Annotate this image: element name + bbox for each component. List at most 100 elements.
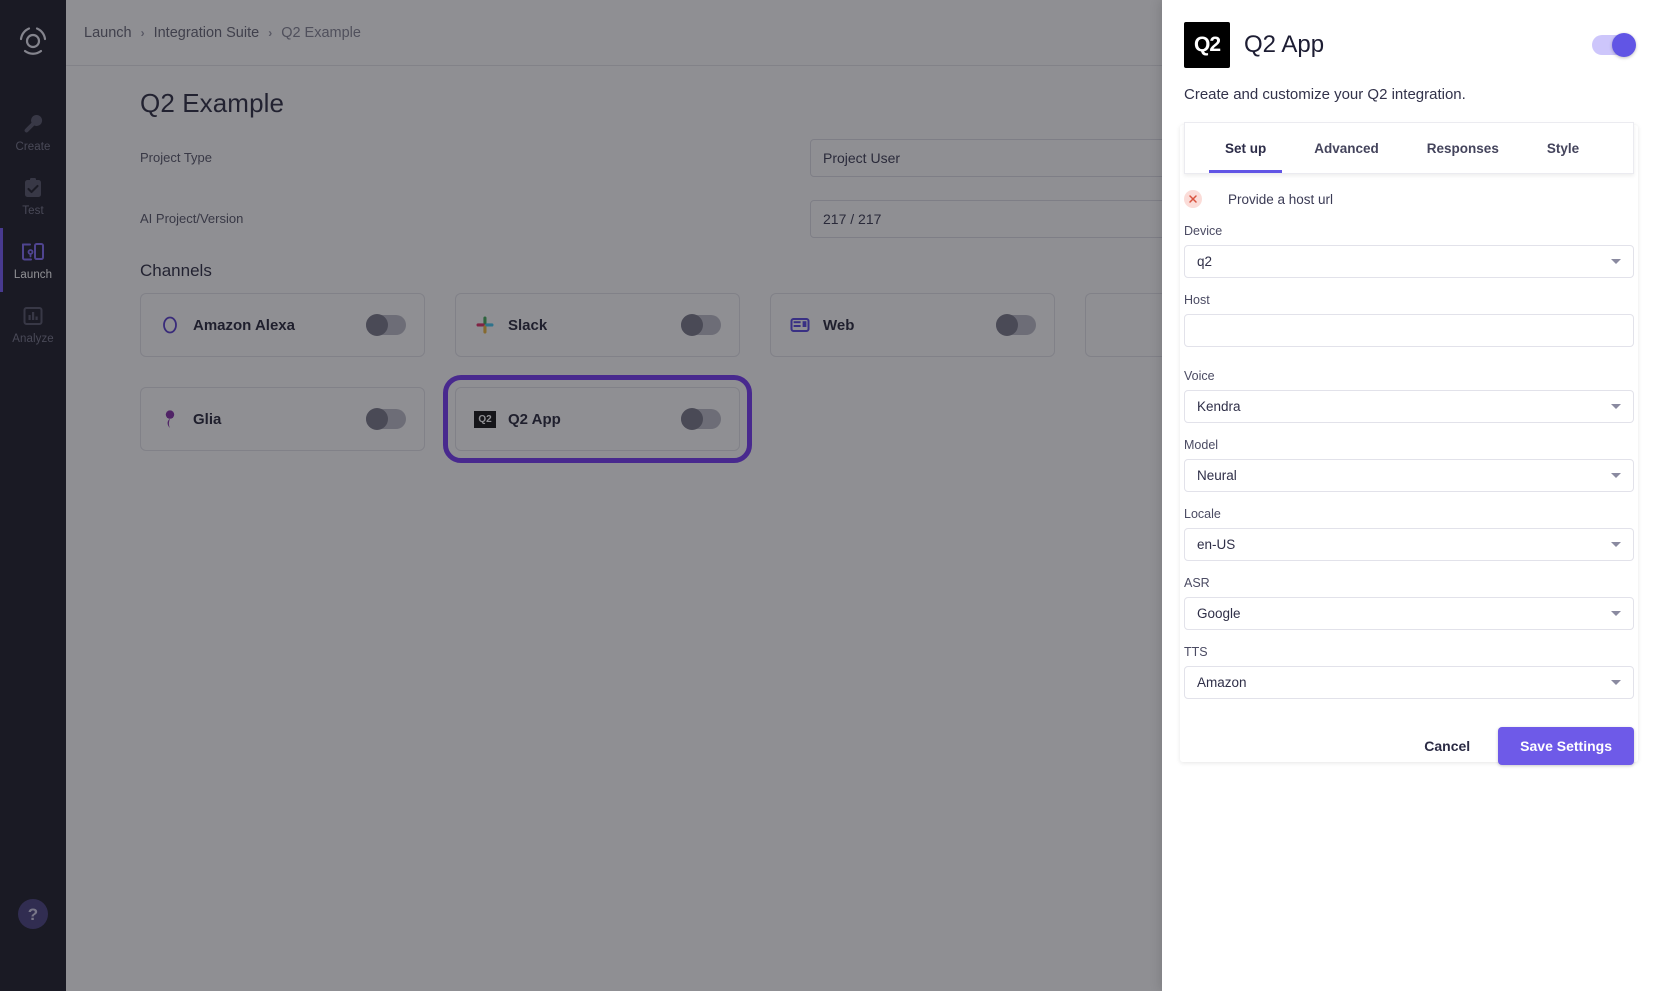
- channel-card-web[interactable]: Web: [770, 293, 1055, 357]
- field-value: Amazon: [1197, 675, 1247, 690]
- channel-toggle[interactable]: [366, 408, 406, 430]
- breadcrumb-item-integration-suite[interactable]: Integration Suite: [154, 25, 260, 41]
- chevron-right-icon: ›: [268, 25, 273, 40]
- sidebar-item-analyze[interactable]: Analyze: [0, 292, 66, 356]
- validation-error-text: Provide a host url: [1228, 191, 1334, 207]
- chevron-down-icon: [1611, 259, 1621, 264]
- project-type-label: Project Type: [140, 150, 213, 165]
- channel-card-q2-app[interactable]: Q2 Q2 App: [443, 375, 752, 463]
- settings-form: Device q2 Host Voice Kendra Model Neural…: [1184, 224, 1634, 699]
- ai-project-version-label: AI Project/Version: [140, 211, 244, 226]
- field-label: Model: [1184, 438, 1219, 452]
- panel-actions: Cancel Save Settings: [1184, 727, 1634, 783]
- wrench-icon: [20, 111, 46, 137]
- model-select[interactable]: Neural: [1184, 459, 1634, 492]
- panel-tabs: Set up Advanced Responses Style: [1184, 122, 1634, 174]
- tts-select[interactable]: Amazon: [1184, 666, 1634, 699]
- channel-toggle[interactable]: [366, 314, 406, 336]
- field-locale: Locale en-US: [1184, 507, 1634, 561]
- panel-subtitle: Create and customize your Q2 integration…: [1184, 86, 1466, 103]
- sidebar-item-label: Analyze: [12, 333, 54, 345]
- field-value: Kendra: [1197, 399, 1241, 414]
- channel-name: Web: [823, 316, 855, 334]
- sidebar-item-launch[interactable]: Launch: [0, 228, 66, 292]
- sidebar-item-create[interactable]: Create: [0, 100, 66, 164]
- toggle-knob: [366, 408, 388, 430]
- chevron-down-icon: [1611, 680, 1621, 685]
- sidebar: Create Test Launch Analyze ?: [0, 0, 66, 991]
- tab-style[interactable]: Style: [1523, 123, 1603, 173]
- channel-toggle[interactable]: [681, 408, 721, 430]
- channel-card-amazon-alexa[interactable]: Amazon Alexa: [140, 293, 425, 357]
- chevron-down-icon: [1611, 611, 1621, 616]
- field-value: Google: [1197, 606, 1241, 621]
- panel-title: Q2 App: [1244, 31, 1325, 58]
- locale-select[interactable]: en-US: [1184, 528, 1634, 561]
- host-input[interactable]: [1184, 314, 1634, 347]
- device-select[interactable]: q2: [1184, 245, 1634, 278]
- field-model: Model Neural: [1184, 438, 1634, 492]
- tab-set-up[interactable]: Set up: [1201, 123, 1290, 173]
- field-device: Device q2: [1184, 224, 1634, 278]
- bar-chart-icon: [20, 303, 46, 329]
- channel-name: Glia: [193, 410, 222, 428]
- field-value: q2: [1197, 254, 1213, 269]
- tab-responses[interactable]: Responses: [1403, 123, 1523, 173]
- sidebar-item-test[interactable]: Test: [0, 164, 66, 228]
- voice-select[interactable]: Kendra: [1184, 390, 1634, 423]
- sidebar-item-label: Test: [22, 205, 44, 217]
- tab-label: Responses: [1426, 140, 1499, 156]
- q2-logo-text: Q2: [1193, 33, 1221, 56]
- field-label: ASR: [1184, 576, 1210, 590]
- breadcrumb-item-launch[interactable]: Launch: [84, 25, 132, 41]
- field-label: TTS: [1184, 645, 1208, 659]
- save-settings-button[interactable]: Save Settings: [1498, 727, 1634, 765]
- channel-toggle[interactable]: [996, 314, 1036, 336]
- chevron-down-icon: [1611, 542, 1621, 547]
- channel-name: Q2 App: [508, 410, 561, 428]
- ai-project-version-value: 217 / 217: [823, 210, 882, 227]
- channel-card-glia[interactable]: Glia: [140, 387, 425, 451]
- toggle-knob: [681, 314, 703, 336]
- web-icon: [789, 314, 811, 336]
- sidebar-item-label: Launch: [13, 269, 53, 281]
- toggle-knob: [681, 408, 703, 430]
- field-value: en-US: [1197, 537, 1236, 552]
- glia-icon: [159, 408, 181, 430]
- field-label: Device: [1184, 224, 1223, 238]
- breadcrumb-item-current: Q2 Example: [281, 24, 361, 41]
- field-label: Host: [1184, 293, 1210, 307]
- error-x-icon: [1184, 190, 1202, 208]
- panel-content: Set up Advanced Responses Style Provide …: [1184, 122, 1634, 783]
- q2-logo-icon: Q2: [1184, 22, 1230, 68]
- field-tts: TTS Amazon: [1184, 645, 1634, 699]
- channel-card-slack[interactable]: Slack: [455, 293, 740, 357]
- tab-label: Style: [1546, 140, 1580, 156]
- help-button[interactable]: ?: [18, 899, 48, 929]
- partial-card-icon: [1104, 314, 1126, 336]
- cancel-button[interactable]: Cancel: [1406, 728, 1488, 764]
- help-button-label: ?: [27, 904, 39, 924]
- toggle-knob: [996, 314, 1018, 336]
- channel-toggle[interactable]: [681, 314, 721, 336]
- asr-select[interactable]: Google: [1184, 597, 1634, 630]
- tab-advanced[interactable]: Advanced: [1290, 123, 1403, 173]
- toggle-knob: [1612, 33, 1636, 57]
- validation-error: Provide a host url: [1184, 190, 1634, 208]
- chevron-down-icon: [1611, 404, 1621, 409]
- clipboard-check-icon: [20, 175, 46, 201]
- toggle-knob: [366, 314, 388, 336]
- field-asr: ASR Google: [1184, 576, 1634, 630]
- field-host: Host: [1184, 293, 1634, 347]
- sidebar-item-label: Create: [15, 141, 51, 153]
- aperture-logo-icon[interactable]: [13, 22, 53, 62]
- field-label: Locale: [1184, 507, 1221, 521]
- project-type-value: Project User: [823, 149, 901, 166]
- panel-header: Q2 Q2 App: [1184, 22, 1636, 68]
- chevron-down-icon: [1611, 473, 1621, 478]
- tab-label: Advanced: [1314, 140, 1379, 156]
- field-voice: Voice Kendra: [1184, 369, 1634, 423]
- panel-enable-toggle[interactable]: [1592, 33, 1636, 57]
- tab-label: Set up: [1225, 140, 1267, 156]
- channel-name: Slack: [508, 316, 548, 334]
